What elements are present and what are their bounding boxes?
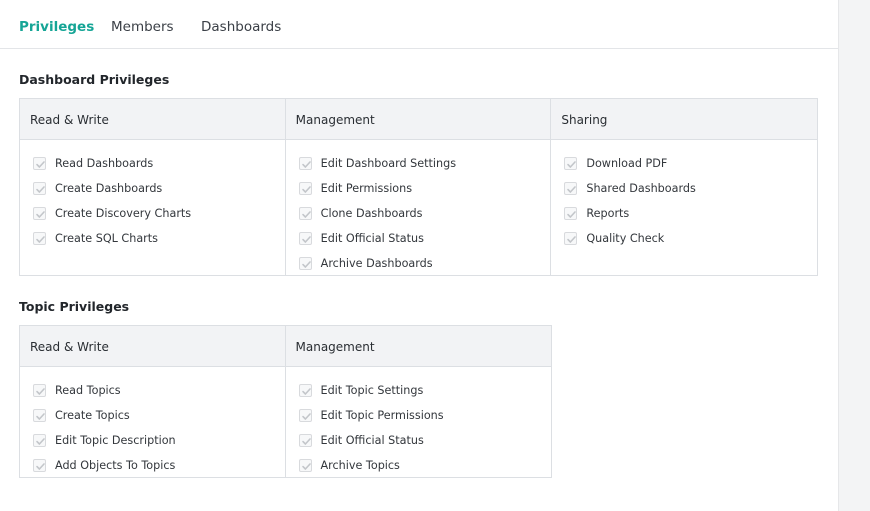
privilege-label: Read Dashboards bbox=[55, 156, 154, 170]
privilege-item-edit-topic-settings: Edit Topic Settings bbox=[286, 378, 552, 403]
topic-privileges-table: Read & Write Read Topics Create Topics Edit… bbox=[19, 325, 552, 478]
privilege-list: Download PDF Shared Dashboards Reports Qual… bbox=[551, 140, 817, 251]
privilege-item-edit-topic-description: Edit Topic Description bbox=[20, 428, 285, 453]
privilege-label: Create Discovery Charts bbox=[55, 206, 192, 220]
privilege-label: Reports bbox=[586, 206, 630, 220]
checkbox-checked-icon[interactable] bbox=[33, 434, 46, 447]
checkbox-checked-icon[interactable] bbox=[33, 182, 46, 195]
privilege-item-create-sql-charts: Create SQL Charts bbox=[20, 226, 285, 251]
privilege-item-create-dashboards: Create Dashboards bbox=[20, 176, 285, 201]
privilege-list: Read Topics Create Topics Edit Topic Descr… bbox=[20, 367, 285, 478]
privilege-column-sharing: Sharing Download PDF Shared Dashboards Repo… bbox=[551, 99, 818, 275]
privilege-label: Create SQL Charts bbox=[55, 231, 158, 245]
privilege-label: Edit Topic Settings bbox=[320, 383, 424, 397]
checkbox-checked-icon[interactable] bbox=[564, 182, 578, 195]
column-header: Sharing bbox=[551, 99, 818, 140]
privilege-label: Shared Dashboards bbox=[586, 181, 696, 195]
privilege-column-read-and-write: Read & Write Read Dashboards Create Dashbo… bbox=[20, 99, 286, 275]
privilege-column-read-and-write: Read & Write Read Topics Create Topics Edit… bbox=[20, 326, 286, 477]
privilege-item-read-topics: Read Topics bbox=[20, 378, 285, 403]
privilege-item-edit-permissions: Edit Permissions bbox=[286, 176, 551, 201]
privilege-item-download-pdf: Download PDF bbox=[551, 151, 817, 176]
privilege-label: Quality Check bbox=[586, 231, 665, 245]
checkbox-checked-icon[interactable] bbox=[298, 459, 312, 472]
checkbox-checked-icon[interactable] bbox=[33, 232, 46, 245]
tab-privileges[interactable]: Privileges bbox=[19, 18, 94, 36]
privilege-list: Read Dashboards Create Dashboards Create D… bbox=[20, 140, 285, 251]
privilege-item-shared-dashboards: Shared Dashboards bbox=[551, 176, 817, 201]
checkbox-checked-icon[interactable] bbox=[33, 207, 46, 220]
privilege-item-archive-topics: Archive Topics bbox=[286, 453, 552, 478]
privilege-label: Download PDF bbox=[586, 156, 668, 170]
privilege-label: Archive Topics bbox=[320, 458, 400, 472]
privilege-label: Clone Dashboards bbox=[320, 206, 423, 220]
section-title-dashboard-privileges: Dashboard Privileges bbox=[19, 72, 170, 87]
privilege-label: Archive Dashboards bbox=[320, 256, 433, 270]
checkbox-checked-icon[interactable] bbox=[298, 157, 312, 170]
privilege-label: Edit Permissions bbox=[320, 181, 413, 195]
privilege-column-management: Management Edit Dashboard Settings Edit Pe… bbox=[285, 99, 552, 276]
privilege-label: Edit Topic Description bbox=[55, 433, 176, 447]
privilege-label: Edit Official Status bbox=[320, 433, 424, 447]
privilege-label: Create Topics bbox=[55, 408, 130, 422]
privilege-item-edit-official-status: Edit Official Status bbox=[286, 226, 551, 251]
tab-members[interactable]: Members bbox=[111, 18, 174, 36]
privilege-item-clone-dashboards: Clone Dashboards bbox=[286, 201, 551, 226]
checkbox-checked-icon[interactable] bbox=[564, 157, 578, 170]
privilege-item-edit-official-status: Edit Official Status bbox=[286, 428, 552, 453]
privilege-item-read-dashboards: Read Dashboards bbox=[20, 151, 285, 176]
checkbox-checked-icon[interactable] bbox=[298, 409, 312, 422]
checkbox-checked-icon[interactable] bbox=[564, 232, 578, 245]
right-panel-edge bbox=[838, 0, 870, 511]
privilege-item-quality-check: Quality Check bbox=[551, 226, 817, 251]
checkbox-checked-icon[interactable] bbox=[298, 182, 312, 195]
privilege-label: Edit Official Status bbox=[320, 231, 424, 245]
dashboard-privileges-table: Read & Write Read Dashboards Create Dashbo… bbox=[19, 98, 818, 276]
privilege-list: Edit Topic Settings Edit Topic Permission… bbox=[286, 367, 552, 478]
privilege-item-add-objects-to-topics: Add Objects To Topics bbox=[20, 453, 285, 478]
privilege-column-management: Management Edit Topic Settings Edit Topic … bbox=[285, 326, 552, 478]
column-header: Read & Write bbox=[20, 326, 285, 367]
checkbox-checked-icon[interactable] bbox=[564, 207, 578, 220]
checkbox-checked-icon[interactable] bbox=[298, 232, 312, 245]
privilege-list: Edit Dashboard Settings Edit Permissions C… bbox=[286, 140, 551, 276]
column-header: Management bbox=[285, 99, 551, 140]
privilege-item-create-topics: Create Topics bbox=[20, 403, 285, 428]
privilege-item-archive-dashboards: Archive Dashboards bbox=[286, 251, 551, 276]
privilege-label: Create Dashboards bbox=[55, 181, 163, 195]
privilege-label: Add Objects To Topics bbox=[55, 458, 176, 472]
column-header: Management bbox=[285, 326, 551, 367]
privilege-label: Edit Dashboard Settings bbox=[320, 156, 457, 170]
checkbox-checked-icon[interactable] bbox=[298, 207, 312, 220]
checkbox-checked-icon[interactable] bbox=[298, 257, 312, 270]
privilege-label: Read Topics bbox=[55, 383, 121, 397]
privilege-item-reports: Reports bbox=[551, 201, 817, 226]
privilege-label: Edit Topic Permissions bbox=[320, 408, 444, 422]
checkbox-checked-icon[interactable] bbox=[298, 384, 312, 397]
tab-dashboards[interactable]: Dashboards bbox=[201, 18, 281, 36]
column-header: Read & Write bbox=[20, 99, 285, 140]
tab-bar: Privileges Members Dashboards bbox=[0, 0, 838, 49]
privilege-item-edit-dashboard-settings: Edit Dashboard Settings bbox=[286, 151, 551, 176]
privilege-item-edit-topic-permissions: Edit Topic Permissions bbox=[286, 403, 552, 428]
checkbox-checked-icon[interactable] bbox=[33, 459, 46, 472]
checkbox-checked-icon[interactable] bbox=[298, 434, 312, 447]
checkbox-checked-icon[interactable] bbox=[33, 384, 46, 397]
checkbox-checked-icon[interactable] bbox=[33, 409, 46, 422]
checkbox-checked-icon[interactable] bbox=[33, 157, 46, 170]
privilege-item-create-discovery-charts: Create Discovery Charts bbox=[20, 201, 285, 226]
section-title-topic-privileges: Topic Privileges bbox=[19, 299, 130, 314]
